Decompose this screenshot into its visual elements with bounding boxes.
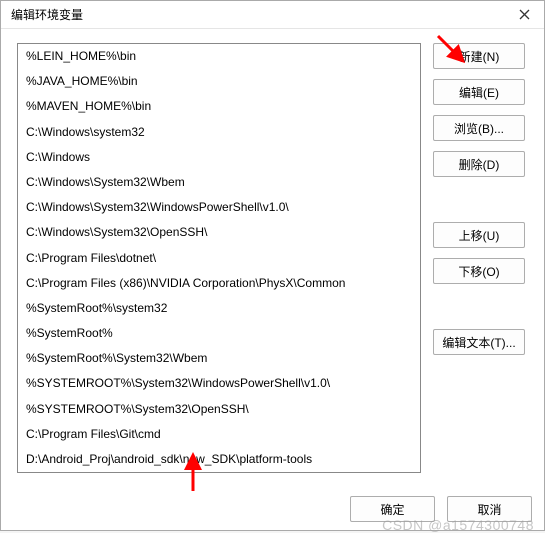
list-item[interactable]: C:\Program Files\Git\cmd bbox=[18, 422, 420, 447]
list-item[interactable]: C:\Program Files\dotnet\ bbox=[18, 246, 420, 271]
titlebar: 编辑环境变量 bbox=[1, 1, 544, 29]
move-down-button[interactable]: 下移(O) bbox=[433, 258, 525, 284]
list-item[interactable]: C:\Windows\system32 bbox=[18, 120, 420, 145]
path-list[interactable]: %LEIN_HOME%\bin%JAVA_HOME%\bin%MAVEN_HOM… bbox=[17, 43, 421, 473]
list-item[interactable]: %SystemRoot% bbox=[18, 321, 420, 346]
list-item[interactable]: %SystemRoot%\system32 bbox=[18, 296, 420, 321]
list-item[interactable]: %SYSTEMROOT%\System32\WindowsPowerShell\… bbox=[18, 371, 420, 396]
list-item[interactable]: C:\Windows bbox=[18, 145, 420, 170]
list-item[interactable]: %MAVEN_HOME%\bin bbox=[18, 94, 420, 119]
dialog-footer: 确定 取消 bbox=[350, 496, 532, 522]
list-item[interactable]: %SYSTEMROOT%\System32\OpenSSH\ bbox=[18, 397, 420, 422]
edit-text-button[interactable]: 编辑文本(T)... bbox=[433, 329, 525, 355]
list-item[interactable]: %LEIN_HOME%\bin bbox=[18, 44, 420, 69]
dialog-body: %LEIN_HOME%\bin%JAVA_HOME%\bin%MAVEN_HOM… bbox=[1, 29, 544, 482]
browse-button[interactable]: 浏览(B)... bbox=[433, 115, 525, 141]
delete-button[interactable]: 删除(D) bbox=[433, 151, 525, 177]
list-item[interactable]: C:\Program Files (x86)\NVIDIA Corporatio… bbox=[18, 271, 420, 296]
list-item[interactable]: D:\Android_Proj\android_sdk\new_SDK\plat… bbox=[18, 447, 420, 472]
cancel-button[interactable]: 取消 bbox=[447, 496, 532, 522]
list-item[interactable]: E:\51\KEILC51\C51\BIN bbox=[18, 472, 420, 473]
dialog-title: 编辑环境变量 bbox=[11, 6, 83, 23]
close-icon[interactable] bbox=[512, 3, 536, 27]
ok-button[interactable]: 确定 bbox=[350, 496, 435, 522]
list-item[interactable]: %JAVA_HOME%\bin bbox=[18, 69, 420, 94]
edit-button[interactable]: 编辑(E) bbox=[433, 79, 525, 105]
list-item[interactable]: C:\Windows\System32\WindowsPowerShell\v1… bbox=[18, 195, 420, 220]
env-var-dialog: 编辑环境变量 %LEIN_HOME%\bin%JAVA_HOME%\bin%MA… bbox=[0, 0, 545, 531]
list-item[interactable]: %SystemRoot%\System32\Wbem bbox=[18, 346, 420, 371]
new-button[interactable]: 新建(N) bbox=[433, 43, 525, 69]
side-button-column: 新建(N) 编辑(E) 浏览(B)... 删除(D) 上移(U) 下移(O) 编… bbox=[433, 43, 525, 474]
list-item[interactable]: C:\Windows\System32\OpenSSH\ bbox=[18, 220, 420, 245]
move-up-button[interactable]: 上移(U) bbox=[433, 222, 525, 248]
list-item[interactable]: C:\Windows\System32\Wbem bbox=[18, 170, 420, 195]
